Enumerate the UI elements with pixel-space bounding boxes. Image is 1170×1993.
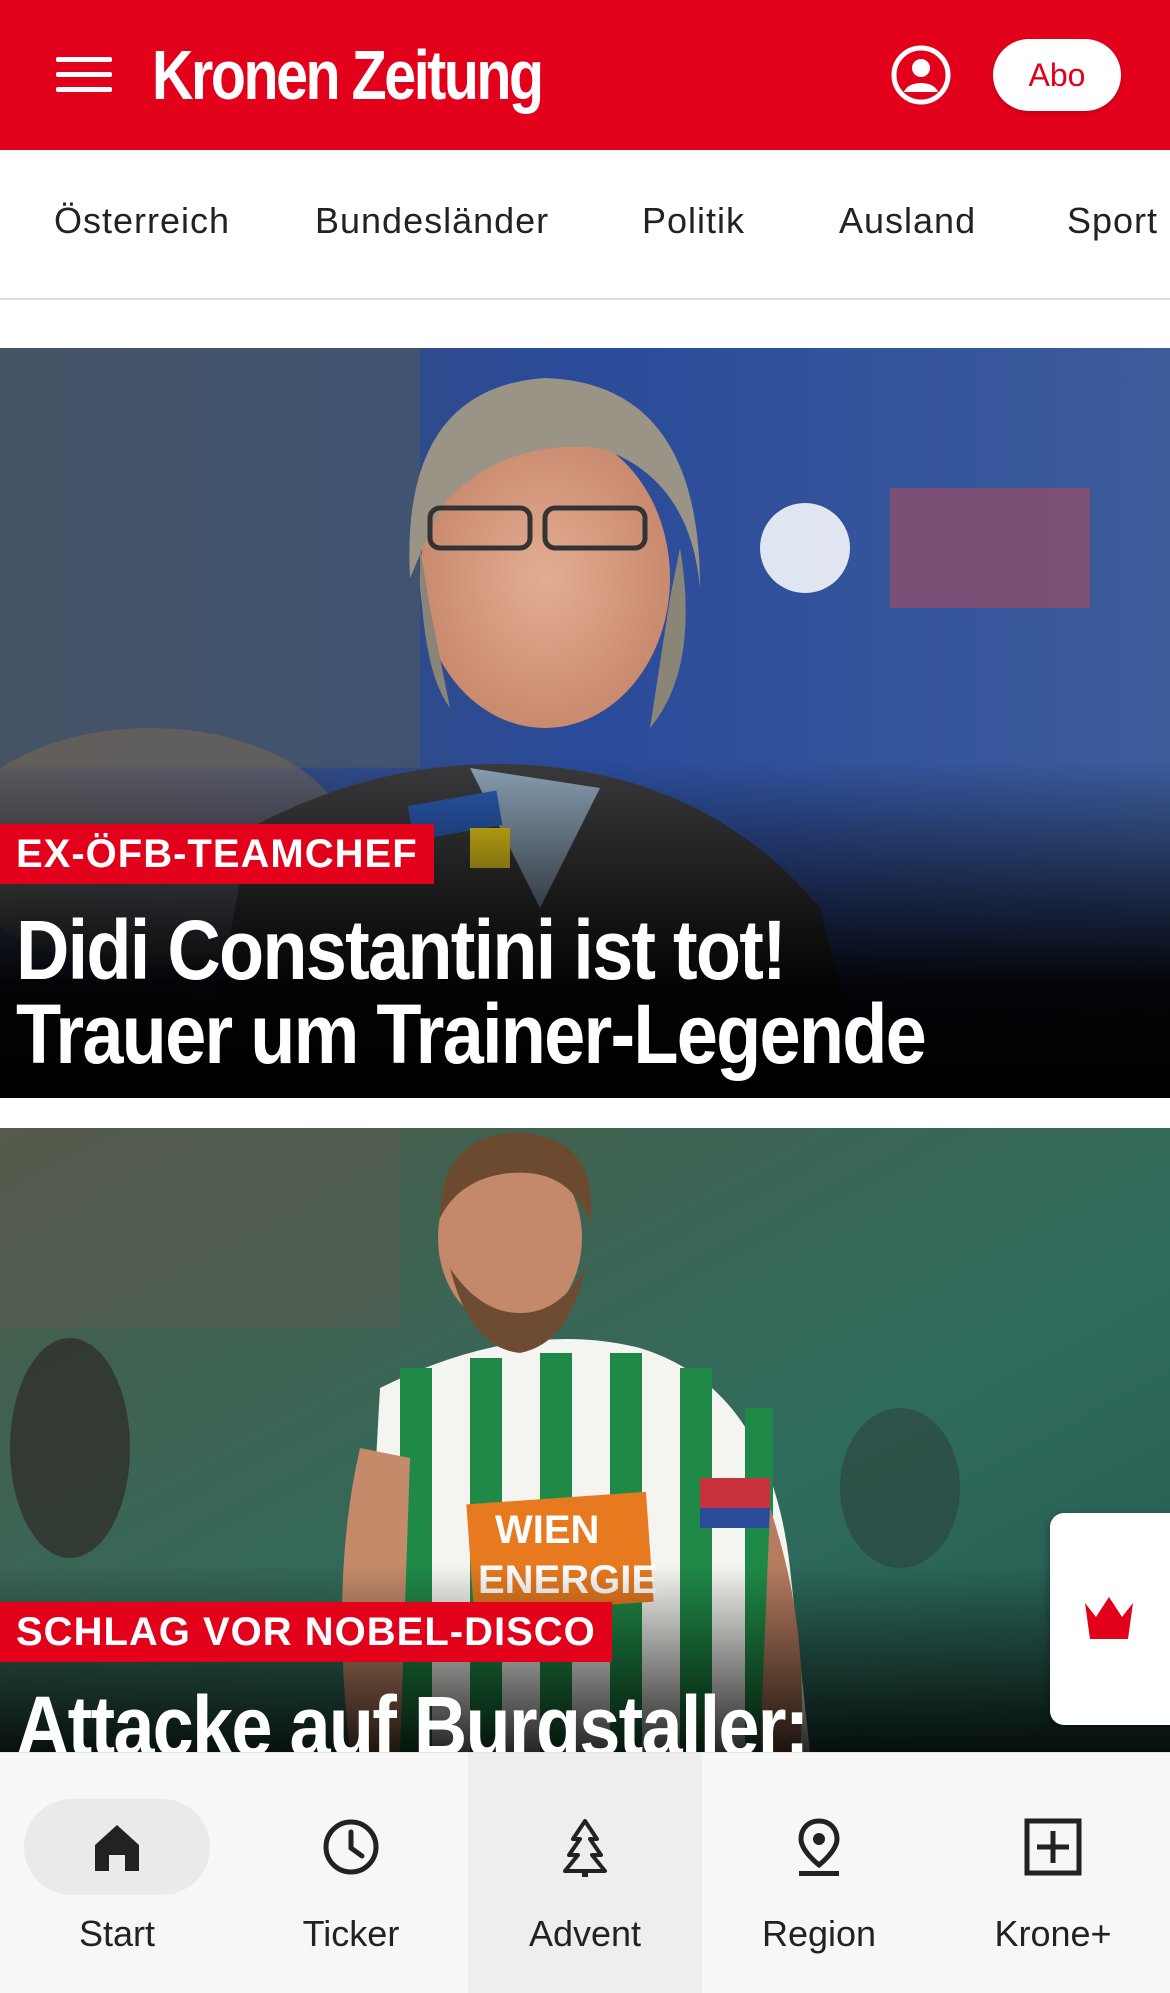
nav-label: Start — [78, 1913, 156, 1954]
nav-label: Ticker — [302, 1913, 400, 1954]
article-headline-line2: Trauer um Trainer-Legende — [16, 987, 927, 1081]
category-nav: Österreich Bundesländer Politik Ausland … — [0, 150, 1170, 300]
nav-ticker[interactable]: Ticker — [234, 1753, 468, 1993]
brand-logo[interactable]: Kronen Zeitung — [152, 30, 544, 120]
top-header: Kronen Zeitung Abo — [0, 0, 1170, 150]
menu-icon[interactable] — [56, 55, 112, 95]
category-sport[interactable]: Sport — [1067, 200, 1158, 242]
nav-label: Advent — [528, 1913, 642, 1954]
nav-advent[interactable]: Advent — [468, 1753, 702, 1993]
article-kicker: SCHLAG VOR NOBEL-DISCO — [0, 1602, 612, 1662]
nav-krone-plus[interactable]: Krone+ — [936, 1753, 1170, 1993]
crown-icon — [1085, 1597, 1133, 1639]
plus-box-icon — [1024, 1818, 1082, 1876]
category-oesterreich[interactable]: Österreich — [54, 200, 230, 242]
nav-label: Krone+ — [994, 1913, 1112, 1954]
location-pin-icon — [798, 1818, 840, 1876]
article-headline-line1: Didi Constantini ist tot! — [16, 903, 787, 997]
category-politik[interactable]: Politik — [642, 200, 745, 242]
article-headline-line1: Attacke auf Burgstaller: — [16, 1679, 809, 1752]
article-card[interactable]: WIEN ENERGIE SCHLAG VOR NOBEL-DISCO Atta… — [0, 1128, 1170, 1752]
bottom-navigation: Start Ticker Advent Region Krone+ — [0, 1752, 1170, 1993]
krone-plus-tab[interactable] — [1050, 1513, 1170, 1725]
nav-region[interactable]: Region — [702, 1753, 936, 1993]
article-card[interactable]: EX-ÖFB-TEAMCHEF Didi Constantini ist tot… — [0, 348, 1170, 1098]
nav-label: Region — [761, 1913, 877, 1954]
nav-start[interactable]: Start — [0, 1753, 234, 1993]
abo-button[interactable]: Abo — [993, 39, 1121, 111]
clock-icon — [323, 1819, 379, 1875]
article-kicker: EX-ÖFB-TEAMCHEF — [0, 824, 434, 884]
category-bundeslaender[interactable]: Bundesländer — [315, 200, 549, 242]
home-icon — [95, 1825, 139, 1871]
category-ausland[interactable]: Ausland — [839, 200, 976, 242]
tree-icon — [563, 1819, 607, 1877]
user-account-icon[interactable] — [890, 44, 952, 106]
